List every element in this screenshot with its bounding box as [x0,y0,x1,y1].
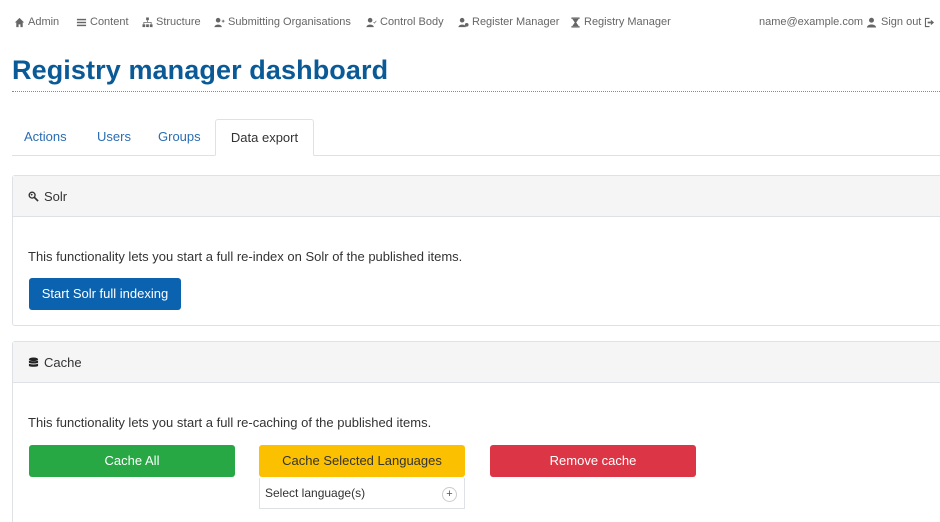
toolbar-control-label: Control Body [380,16,444,28]
title-divider [12,91,940,92]
start-solr-indexing-button[interactable]: Start Solr full indexing [29,278,181,310]
language-select[interactable]: Select language(s) + [259,478,465,509]
cache-description: This functionality lets you start a full… [28,415,432,430]
user-cog-icon [458,17,469,27]
solr-panel-title: Solr [44,188,68,204]
cache-all-button[interactable]: Cache All [29,445,235,477]
search-key-icon [28,191,39,202]
cache-panel-title: Cache [44,354,82,370]
solr-panel-header: Solr [13,176,940,217]
list-icon [76,18,87,26]
toolbar-register-label: Register Manager [472,16,560,28]
remove-cache-button[interactable]: Remove cache [490,445,696,477]
user-check-icon [366,17,377,27]
toolbar-sign-out[interactable]: Sign out [881,16,935,28]
toolbar-structure-label: Structure [156,16,201,28]
toolbar-submitting-label: Submitting Organisations [228,16,351,28]
toolbar-submitting-organisations[interactable]: Submitting Organisations [214,16,351,28]
hourglass-icon [571,16,580,28]
toolbar-admin[interactable]: Admin [14,16,59,28]
toolbar-content-label: Content [90,16,129,28]
sitemap-icon [142,16,153,27]
dashboard-tabs: Actions Users Groups Data export [12,119,940,156]
database-icon [28,356,39,367]
solr-description: This functionality lets you start a full… [28,249,463,264]
add-language-icon[interactable]: + [442,487,457,502]
tab-groups[interactable]: Groups [146,119,213,155]
page-title: Registry manager dashboard [12,55,389,85]
tab-data-export[interactable]: Data export [215,119,314,156]
toolbar-content[interactable]: Content [76,16,129,28]
cache-panel: Cache This functionality lets you start … [12,341,940,522]
toolbar-registry-manager[interactable]: Registry Manager [570,16,671,28]
cache-selected-languages-button[interactable]: Cache Selected Languages [259,445,465,477]
language-select-label: Select language(s) [265,486,366,500]
toolbar-signout-label: Sign out [881,16,922,28]
user-icon [867,17,877,28]
home-icon [14,17,25,27]
toolbar-user-email: name@example.com [759,16,864,28]
solr-panel: Solr This functionality lets you start a… [12,175,940,326]
tab-actions[interactable]: Actions [12,119,79,155]
sign-out-icon [925,17,935,27]
toolbar-user[interactable]: name@example.com [759,16,877,28]
toolbar-control-body[interactable]: Control Body [366,16,444,28]
user-plus-icon [214,17,225,27]
admin-toolbar: Admin Content Structure Submitting Organ… [0,0,940,46]
toolbar-admin-label: Admin [28,16,60,28]
toolbar-register-manager[interactable]: Register Manager [458,16,559,28]
tab-users[interactable]: Users [85,119,143,155]
cache-panel-header: Cache [13,342,940,383]
toolbar-structure[interactable]: Structure [142,16,201,28]
toolbar-registry-label: Registry Manager [584,16,671,28]
